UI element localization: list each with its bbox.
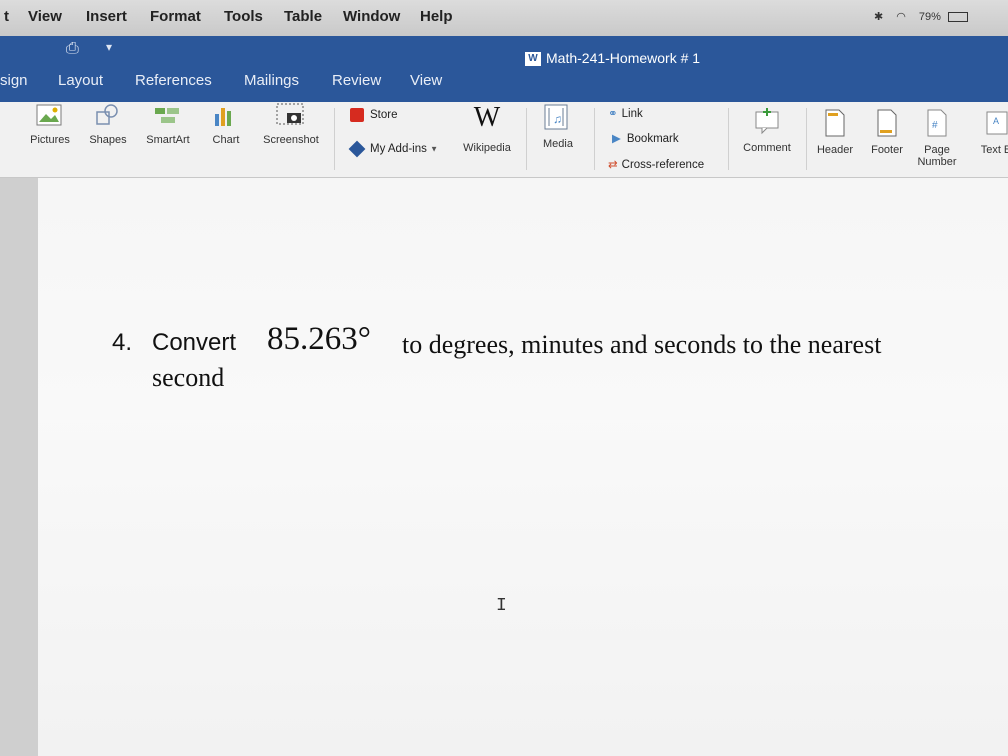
tab-view[interactable]: View xyxy=(410,72,442,89)
question-rest-line1: to degrees, minutes and seconds to the n… xyxy=(402,330,882,359)
document-margin xyxy=(0,178,38,756)
menu-help[interactable]: Help xyxy=(420,8,453,25)
battery-icon[interactable] xyxy=(948,12,968,23)
ribbon-divider xyxy=(806,108,807,170)
link-icon: ⚭ xyxy=(608,108,618,120)
svg-text:♫: ♫ xyxy=(553,112,562,126)
menu-tools[interactable]: Tools xyxy=(224,8,263,25)
insert-ribbon: Pictures Shapes SmartArt Chart Screensho… xyxy=(0,102,1008,178)
question-number: 4. xyxy=(112,329,133,356)
bookmark-icon: ▶ xyxy=(612,133,621,145)
wikipedia-label: Wikipedia xyxy=(463,142,511,154)
shapes-icon xyxy=(96,104,118,125)
chart-label: Chart xyxy=(212,134,240,146)
link-button[interactable]: ⚭ Link xyxy=(608,106,643,120)
ribbon-divider xyxy=(334,108,335,170)
smartart-label: SmartArt xyxy=(146,134,190,146)
comment-button[interactable]: Comment xyxy=(740,106,794,154)
shapes-label: Shapes xyxy=(89,134,127,146)
page-number-icon: # xyxy=(927,109,947,137)
pictures-button[interactable]: Pictures xyxy=(26,102,74,146)
ribbon-divider xyxy=(728,108,729,170)
tab-review[interactable]: Review xyxy=(332,72,381,89)
comment-icon xyxy=(755,108,779,135)
media-label: Media xyxy=(543,138,573,150)
page-number-label: Page Number xyxy=(917,144,957,168)
screenshot-label: Screenshot xyxy=(263,134,319,146)
smartart-icon xyxy=(155,108,179,123)
store-button[interactable]: Store xyxy=(350,108,398,122)
screenshot-button[interactable]: Screenshot xyxy=(256,102,326,146)
footer-icon xyxy=(877,109,897,137)
tab-design[interactable]: sign xyxy=(0,72,28,89)
footer-label: Footer xyxy=(871,144,903,156)
text-box-button[interactable]: A Text B xyxy=(976,108,1008,156)
menu-view[interactable]: View xyxy=(28,8,62,25)
menu-item-partial[interactable]: t xyxy=(4,8,9,25)
chevron-down-icon: ▼ xyxy=(430,144,439,154)
word-title-bar: ⎙ ▾ W Math-241-Homework # 1 sign Layout R… xyxy=(0,36,1008,102)
header-button[interactable]: Header xyxy=(814,108,856,156)
doc-title-text: Math-241-Homework # 1 xyxy=(546,50,701,66)
customize-qat-icon[interactable]: ▾ xyxy=(106,40,112,54)
text-box-label: Text B xyxy=(980,144,1008,156)
header-label: Header xyxy=(816,144,854,156)
print-icon[interactable]: ⎙ xyxy=(66,40,79,58)
tab-layout[interactable]: Layout xyxy=(58,72,103,89)
tab-mailings[interactable]: Mailings xyxy=(244,72,299,89)
chart-button[interactable]: Chart xyxy=(206,102,246,146)
tab-references[interactable]: References xyxy=(135,72,212,89)
chart-icon xyxy=(215,108,231,126)
store-bag-icon xyxy=(350,108,364,122)
svg-text:A: A xyxy=(993,116,999,126)
question-line2: second xyxy=(152,363,225,392)
store-label: Store xyxy=(370,109,398,122)
bookmark-button[interactable]: ▶ Bookmark xyxy=(612,131,679,145)
media-icon: ♫ xyxy=(544,104,568,130)
link-label: Link xyxy=(621,108,643,120)
cross-reference-label: Cross-reference xyxy=(621,159,705,171)
shapes-button[interactable]: Shapes xyxy=(86,102,130,146)
text-box-icon: A xyxy=(986,111,1008,135)
comment-label: Comment xyxy=(743,142,791,154)
mac-menu-bar: t View Insert Format Tools Table Window … xyxy=(0,0,1008,36)
text-cursor-icon: I xyxy=(496,596,507,616)
menu-insert[interactable]: Insert xyxy=(86,8,127,25)
cross-reference-button[interactable]: ⇄ Cross-reference xyxy=(608,157,704,171)
wifi-icon[interactable]: ◠ xyxy=(896,11,906,23)
angle-value: 85.263° xyxy=(267,321,371,357)
document-title: W Math-241-Homework # 1 xyxy=(525,50,701,67)
menu-format[interactable]: Format xyxy=(150,8,201,25)
wikipedia-button[interactable]: W Wikipedia xyxy=(458,102,516,155)
pictures-icon xyxy=(36,104,62,126)
status-area: ✱ ◠ 79% xyxy=(874,10,968,23)
word-doc-icon: W xyxy=(525,52,541,67)
wikipedia-icon: W xyxy=(473,102,501,133)
document-page[interactable] xyxy=(38,178,1008,756)
addins-cube-icon xyxy=(348,140,366,158)
svg-text:#: # xyxy=(932,120,938,131)
pictures-label: Pictures xyxy=(30,134,70,146)
menu-window[interactable]: Window xyxy=(343,8,400,25)
bluetooth-icon[interactable]: ✱ xyxy=(874,11,883,23)
battery-percent: 79% xyxy=(918,11,941,23)
my-addins-button[interactable]: My Add-ins ▼ xyxy=(348,140,439,158)
smartart-button[interactable]: SmartArt xyxy=(140,102,196,146)
ribbon-divider xyxy=(526,108,527,170)
header-icon xyxy=(825,109,845,137)
question-verb: Convert xyxy=(152,329,237,356)
page-number-button[interactable]: # Page Number xyxy=(914,108,960,168)
ribbon-divider xyxy=(594,108,595,170)
footer-button[interactable]: Footer xyxy=(866,108,908,156)
media-button[interactable]: ♫ Media xyxy=(536,102,580,150)
menu-table[interactable]: Table xyxy=(284,8,322,25)
bookmark-label: Bookmark xyxy=(626,133,679,145)
screenshot-icon xyxy=(276,103,304,125)
cross-reference-icon: ⇄ xyxy=(608,159,618,171)
my-addins-label: My Add-ins xyxy=(370,143,427,156)
